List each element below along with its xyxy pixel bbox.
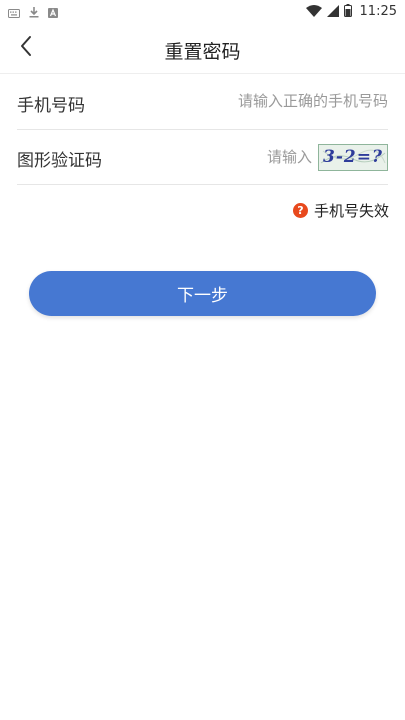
next-step-button[interactable]: 下一步: [29, 271, 376, 316]
status-bar: 11:25: [0, 0, 405, 22]
status-time: 11:25: [359, 4, 397, 19]
notification-icons: [8, 3, 58, 22]
phone-input[interactable]: [188, 85, 388, 117]
app-a-icon: [48, 3, 58, 22]
page-title: 重置密码: [164, 41, 241, 63]
signal-icon: [326, 2, 339, 21]
wifi-icon: [305, 2, 322, 21]
question-circle-icon: ?: [292, 203, 308, 218]
keyboard-icon: [8, 3, 20, 22]
captcha-row: 图形验证码 3-2=?: [17, 130, 388, 185]
next-step-label: 下一步: [177, 286, 228, 306]
captcha-input[interactable]: [222, 142, 312, 172]
phone-row: 手机号码: [17, 75, 388, 130]
title-bar: 重置密码: [0, 22, 405, 74]
system-status-icons: 11:25: [305, 2, 397, 21]
phone-invalid-label: 手机号失效: [313, 202, 389, 220]
captcha-text: 3-2=?: [323, 147, 383, 167]
phone-label: 手机号码: [17, 96, 85, 116]
phone-invalid-link[interactable]: ? 手机号失效: [292, 200, 389, 221]
reset-password-page: 11:25 重置密码 手机号码 图形验证码 3-2=?: [0, 0, 405, 720]
captcha-label: 图形验证码: [17, 151, 102, 171]
download-icon: [28, 3, 40, 22]
captcha-image[interactable]: 3-2=?: [318, 144, 388, 171]
battery-icon: [343, 2, 352, 21]
